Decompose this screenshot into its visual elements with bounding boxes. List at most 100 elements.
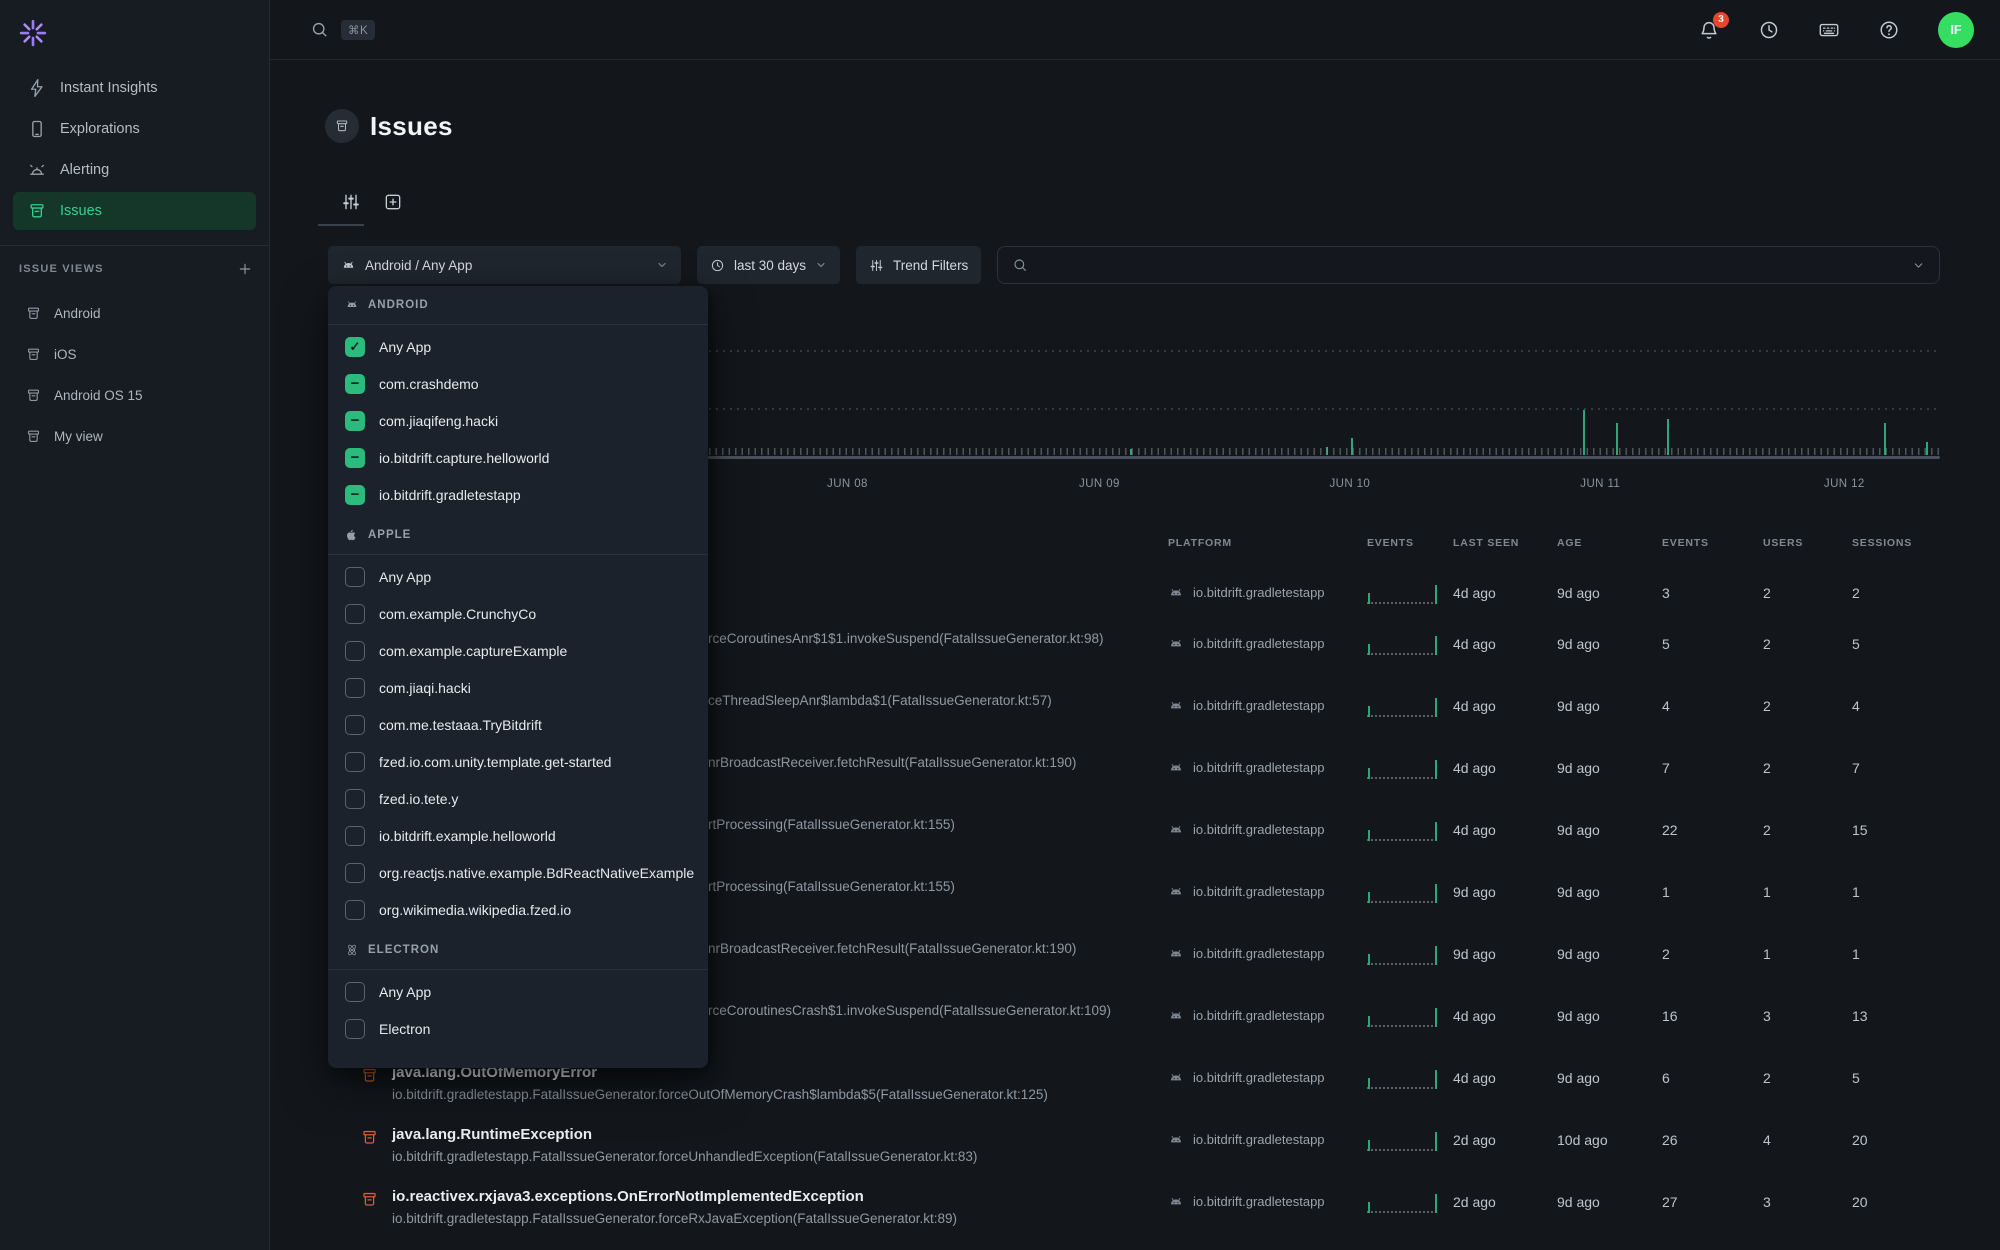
platform-cell: io.bitdrift.gradletestapp [1160, 695, 1360, 749]
checkbox[interactable] [345, 900, 365, 920]
global-search[interactable]: ⌘K [310, 20, 375, 40]
section-label: ELECTRON [368, 944, 439, 956]
checkbox[interactable] [345, 678, 365, 698]
app-option[interactable]: org.reactjs.native.example.BdReactNative… [328, 854, 708, 891]
checkbox[interactable] [345, 641, 365, 661]
checkbox[interactable] [345, 448, 365, 468]
trend-filters-button[interactable]: Trend Filters [856, 246, 981, 284]
checkbox[interactable] [345, 604, 365, 624]
app-option[interactable]: com.me.testaaa.TryBitdrift [328, 706, 708, 743]
app-option[interactable]: Any App [328, 973, 708, 1010]
app-option[interactable]: fzed.io.tete.y [328, 780, 708, 817]
last-seen-cell: 4d ago [1446, 819, 1550, 873]
checkbox[interactable] [345, 826, 365, 846]
crash-issue-icon [360, 1190, 379, 1209]
sessions-count-cell: 1 [1845, 943, 1955, 997]
app-option[interactable]: fzed.io.com.unity.template.get-started [328, 743, 708, 780]
sidebar-view-android-os-15[interactable]: Android OS 15 [13, 375, 256, 415]
sidebar-view-my-view[interactable]: My view [13, 416, 256, 456]
checkbox[interactable] [345, 374, 365, 394]
time-range-dropdown[interactable]: last 30 days [697, 246, 840, 284]
checkbox[interactable] [345, 752, 365, 772]
app-option[interactable]: Any App [328, 328, 708, 365]
users-count-cell: 1 [1755, 943, 1845, 997]
issues-box-icon [334, 118, 350, 134]
android-icon [1168, 1132, 1184, 1148]
notifications-button[interactable]: 3 [1698, 19, 1720, 41]
app-option[interactable]: com.example.captureExample [328, 632, 708, 669]
table-row[interactable]: io.reactivex.rxjava3.exceptions.OnErrorN… [345, 1183, 1960, 1245]
android-icon [345, 298, 359, 312]
events-sparkline [1367, 819, 1437, 841]
checkbox[interactable] [345, 1019, 365, 1039]
platform-cell: io.bitdrift.gradletestapp [1160, 1191, 1360, 1245]
sidebar-item-alerting[interactable]: Alerting [13, 151, 256, 189]
app-option[interactable]: com.jiaqifeng.hacki [328, 402, 708, 439]
app-option[interactable]: io.bitdrift.gradletestapp [328, 476, 708, 513]
events-sparkline [1367, 582, 1437, 604]
checkbox[interactable] [345, 715, 365, 735]
column-header-last-seen[interactable]: LAST SEEN [1446, 537, 1550, 549]
shortcuts-button[interactable] [1818, 19, 1840, 41]
chevron-down-icon [815, 259, 827, 271]
search-icon [310, 20, 329, 39]
column-header-users[interactable]: USERS [1755, 537, 1845, 549]
android-icon [1168, 1070, 1184, 1086]
app-option-label: Any App [379, 984, 431, 1000]
app-option[interactable]: com.crashdemo [328, 365, 708, 402]
checkbox[interactable] [345, 982, 365, 1002]
app-option[interactable]: Electron [328, 1010, 708, 1047]
chevron-down-icon[interactable] [1912, 259, 1925, 272]
app-option[interactable]: Any App [328, 558, 708, 595]
view-label: My view [54, 429, 103, 444]
help-button[interactable] [1878, 19, 1900, 41]
column-header-sessions[interactable]: SESSIONS [1845, 537, 1955, 549]
add-view-button[interactable] [237, 261, 253, 277]
issue-location: nrBroadcastReceiver.fetchResult(FatalIss… [708, 939, 1076, 959]
column-header-events-trend[interactable]: EVENTS [1360, 537, 1446, 549]
app-option[interactable]: com.example.CrunchyCo [328, 595, 708, 632]
app-option[interactable]: com.jiaqi.hacki [328, 669, 708, 706]
sidebar-item-issues[interactable]: Issues [13, 192, 256, 230]
table-row[interactable]: Undetermined ANR [345, 1245, 1960, 1250]
alarm-icon [27, 160, 47, 180]
sidebar-item-label: Instant Insights [60, 80, 158, 96]
column-header-events[interactable]: EVENTS [1655, 537, 1755, 549]
sidebar-view-ios[interactable]: iOS [13, 334, 256, 374]
app-option-label: fzed.io.tete.y [379, 791, 458, 807]
add-tab-button[interactable] [383, 192, 403, 212]
column-header-platform[interactable]: PLATFORM [1160, 537, 1360, 549]
checkbox[interactable] [345, 411, 365, 431]
checkbox[interactable] [345, 337, 365, 357]
app-option[interactable]: io.bitdrift.capture.helloworld [328, 439, 708, 476]
table-row[interactable]: java.lang.OutOfMemoryError io.bitdrift.g… [345, 1059, 1960, 1121]
issue-location: nrBroadcastReceiver.fetchResult(FatalIss… [708, 753, 1076, 773]
checkbox[interactable] [345, 567, 365, 587]
issue-location: io.bitdrift.gradletestapp.FatalIssueGene… [392, 1209, 957, 1229]
divider [328, 969, 708, 970]
checkbox[interactable] [345, 485, 365, 505]
view-settings-button[interactable] [341, 192, 361, 212]
avatar[interactable]: IF [1938, 12, 1974, 48]
app-option[interactable]: io.bitdrift.example.helloworld [328, 817, 708, 854]
age-cell: 9d ago [1550, 695, 1655, 749]
issue-location: io.bitdrift.gradletestapp.FatalIssueGene… [392, 1085, 1048, 1105]
platform-cell: io.bitdrift.gradletestapp [1160, 757, 1360, 811]
issue-search[interactable] [997, 246, 1940, 284]
sidebar-item-explorations[interactable]: Explorations [13, 110, 256, 148]
table-row[interactable]: java.lang.RuntimeException io.bitdrift.g… [345, 1121, 1960, 1183]
column-header-age[interactable]: AGE [1550, 537, 1655, 549]
sidebar-view-android[interactable]: Android [13, 293, 256, 333]
app-logo-icon[interactable] [18, 18, 48, 48]
events-sparkline-cell [1360, 757, 1446, 811]
issue-search-input[interactable] [1038, 258, 1902, 273]
checkbox[interactable] [345, 863, 365, 883]
sidebar-item-instant-insights[interactable]: Instant Insights [13, 69, 256, 107]
checkbox[interactable] [345, 789, 365, 809]
view-label: Android [54, 306, 101, 321]
app-filter-dropdown[interactable]: Android / Any App [328, 246, 681, 284]
app-option[interactable]: org.wikimedia.wikipedia.fzed.io [328, 891, 708, 928]
app-option-label: Electron [379, 1021, 430, 1037]
history-button[interactable] [1758, 19, 1780, 41]
age-cell: 9d ago [1550, 1005, 1655, 1059]
